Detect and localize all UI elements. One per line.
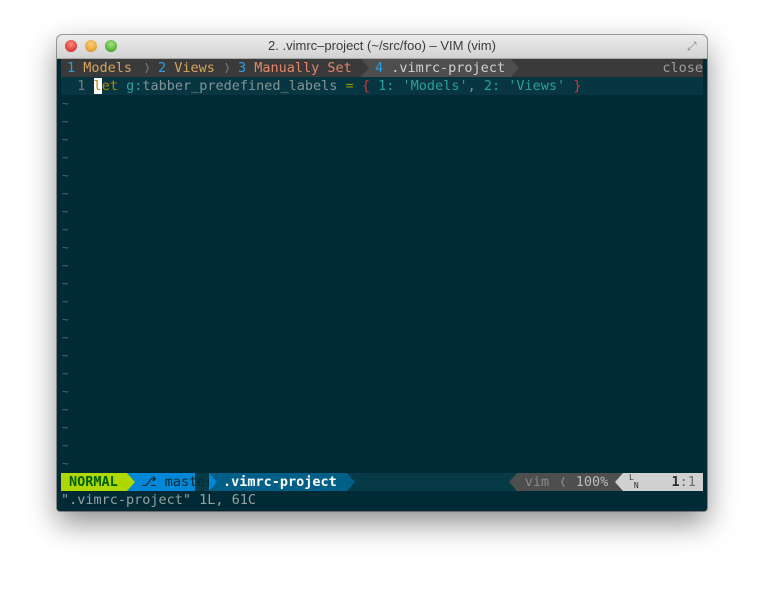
tilde-empty-line: ~ xyxy=(62,439,69,452)
tab-separator-icon: ❭ xyxy=(143,60,152,76)
close-tab-button[interactable]: close xyxy=(662,59,703,77)
tilde-empty-line: ~ xyxy=(62,349,69,362)
tab-manually-set[interactable]: 3 Manually Set xyxy=(238,59,352,77)
file-arrow-icon xyxy=(347,473,355,491)
tilde-empty-line: ~ xyxy=(62,115,69,128)
tilde-empty-line: ~ xyxy=(62,331,69,344)
tilde-empty-line: ~ xyxy=(62,259,69,272)
fullscreen-icon[interactable]: ⤢ xyxy=(687,39,701,53)
buffer-line-1[interactable]: 1 let g:tabber_predefined_labels = { 1: … xyxy=(61,77,703,95)
tilde-empty-line: ~ xyxy=(62,223,69,236)
branch-arrow-icon xyxy=(209,473,217,491)
empty-line-markers: ~ ~ ~ ~ ~ ~ ~ ~ ~ ~ ~ ~ ~ ~ ~ ~ ~ ~ ~ ~ ~ xyxy=(61,95,703,473)
terminal-window: 2. .vimrc–project (~/src/foo) – VIM (vim… xyxy=(57,35,707,511)
thin-separator-icon: ❬ xyxy=(557,473,569,491)
tilde-empty-line: ~ xyxy=(62,277,69,290)
tilde-empty-line: ~ xyxy=(62,151,69,164)
tab-views[interactable]: 2 Views xyxy=(158,59,215,77)
active-tab-start-arrow-icon xyxy=(361,59,369,77)
branch-icon: ⎇ xyxy=(141,474,157,490)
title-bar: 2. .vimrc–project (~/src/foo) – VIM (vim… xyxy=(57,35,707,59)
file-name: .vimrc-project xyxy=(209,473,347,491)
tilde-empty-line: ~ xyxy=(62,457,69,470)
tilde-empty-line: ~ xyxy=(62,241,69,254)
scroll-percent: 100% xyxy=(569,473,615,491)
command-line-message: ".vimrc-project" 1L, 61C xyxy=(61,492,257,508)
tilde-empty-line: ~ xyxy=(62,205,69,218)
line-number-icon: L N xyxy=(629,473,639,490)
tabline: 1 Models ❭ 2 Views ❭ 3 Manually Set 4 .v… xyxy=(61,59,703,77)
filetype: vim xyxy=(517,473,557,491)
tilde-empty-line: ~ xyxy=(62,421,69,434)
tilde-empty-line: ~ xyxy=(62,97,69,110)
tilde-empty-line: ~ xyxy=(62,385,69,398)
line-number: 1 xyxy=(77,78,86,94)
tab-separator-icon: ❭ xyxy=(223,60,232,76)
tilde-empty-line: ~ xyxy=(62,403,69,416)
tab-vimrc-project-active[interactable]: 4 .vimrc-project xyxy=(361,59,511,77)
cursor: l xyxy=(93,78,102,94)
position-arrow-icon xyxy=(615,473,623,491)
tab-models[interactable]: 1 Models xyxy=(67,59,132,77)
tilde-empty-line: ~ xyxy=(62,367,69,380)
active-tab-arrow-icon xyxy=(511,59,519,77)
window-title: 2. .vimrc–project (~/src/foo) – VIM (vim… xyxy=(268,38,496,53)
tilde-empty-line: ~ xyxy=(62,169,69,182)
git-branch: ⎇ master xyxy=(127,473,213,491)
tilde-empty-line: ~ xyxy=(62,295,69,308)
filetype-arrow-icon xyxy=(509,473,517,491)
tilde-empty-line: ~ xyxy=(62,313,69,326)
tilde-empty-line: ~ xyxy=(62,187,69,200)
cursor-position: L N 1:1 xyxy=(623,473,703,491)
mode-arrow-icon xyxy=(127,473,135,491)
tilde-empty-line: ~ xyxy=(62,133,69,146)
mode-indicator: NORMAL xyxy=(61,473,127,491)
statusline: NORMAL ⎇ master .vimrc-project vim ❬ 100… xyxy=(61,473,703,491)
